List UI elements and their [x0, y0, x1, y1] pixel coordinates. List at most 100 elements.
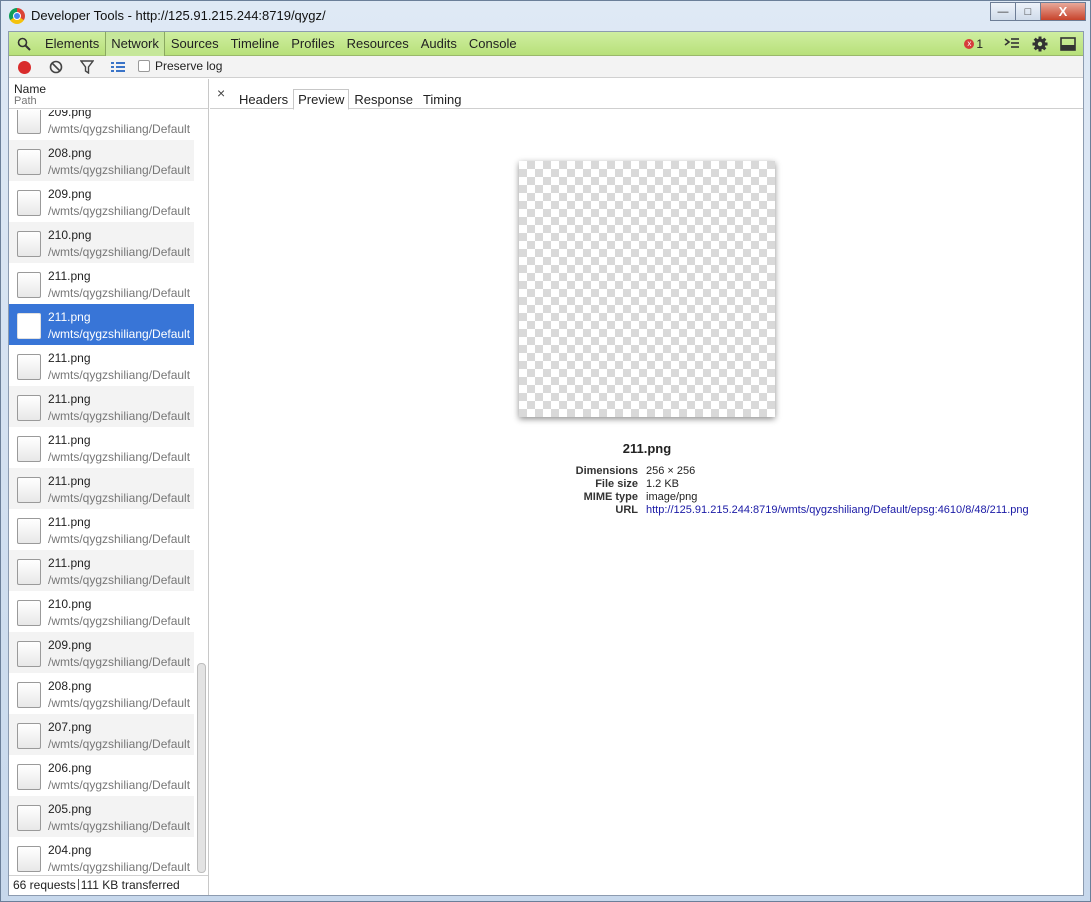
request-row[interactable]: 211.png/wmts/qygzshiliang/Default — [9, 509, 194, 550]
url-link[interactable]: http://125.91.215.244:8719/wmts/qygzshil… — [646, 504, 1029, 517]
record-button[interactable] — [18, 61, 31, 74]
request-name: 211.png — [48, 474, 91, 488]
settings-gear-icon[interactable] — [1031, 35, 1049, 53]
preserve-log-toggle[interactable]: Preserve log — [138, 59, 222, 73]
window-controls: — □ X — [990, 2, 1086, 21]
chrome-logo-icon — [9, 8, 25, 24]
file-image-icon — [17, 149, 41, 175]
request-path: /wmts/qygzshiliang/Default — [48, 655, 191, 669]
status-separator — [77, 879, 79, 890]
preview-filename: 211.png — [622, 441, 672, 456]
request-path: /wmts/qygzshiliang/Default — [48, 696, 191, 710]
request-path: /wmts/qygzshiliang/Default — [48, 122, 191, 136]
maximize-button[interactable]: □ — [1015, 2, 1041, 21]
detail-tab-preview[interactable]: Preview — [293, 89, 350, 110]
file-image-icon — [17, 600, 41, 626]
file-image-icon — [17, 846, 41, 872]
tab-audits[interactable]: Audits — [415, 32, 463, 56]
request-row[interactable]: 208.png/wmts/qygzshiliang/Default — [9, 140, 194, 181]
detail-tab-response[interactable]: Response — [349, 89, 418, 110]
tab-elements[interactable]: Elements — [39, 32, 105, 56]
search-icon[interactable] — [17, 37, 31, 51]
request-path: /wmts/qygzshiliang/Default — [48, 409, 191, 423]
request-row[interactable]: 211.png/wmts/qygzshiliang/Default — [9, 304, 194, 345]
tab-sources[interactable]: Sources — [165, 32, 225, 56]
request-row[interactable]: 207.png/wmts/qygzshiliang/Default — [9, 714, 194, 755]
network-toolbar: Preserve log — [9, 56, 1083, 78]
tab-timeline[interactable]: Timeline — [225, 32, 286, 56]
scrollbar-thumb[interactable] — [197, 663, 206, 873]
request-list-scrollbar[interactable] — [196, 110, 207, 875]
clear-icon[interactable] — [49, 60, 63, 74]
close-button[interactable]: X — [1040, 2, 1086, 21]
request-row[interactable]: 209.png/wmts/qygzshiliang/Default — [9, 110, 194, 140]
filter-icon[interactable] — [80, 60, 94, 74]
file-image-icon — [17, 354, 41, 380]
preserve-log-checkbox[interactable] — [138, 60, 150, 72]
list-view-icon[interactable] — [110, 60, 126, 74]
request-row[interactable]: 206.png/wmts/qygzshiliang/Default — [9, 755, 194, 796]
request-list: 209.png/wmts/qygzshiliang/Default 208.png… — [9, 110, 194, 875]
meta-dimensions: Dimensions 256 × 256 — [550, 465, 1029, 478]
tab-resources[interactable]: Resources — [341, 32, 415, 56]
request-row[interactable]: 210.png/wmts/qygzshiliang/Default — [9, 222, 194, 263]
tab-network[interactable]: Network — [105, 32, 165, 56]
file-image-icon — [17, 723, 41, 749]
request-row[interactable]: 210.png/wmts/qygzshiliang/Default — [9, 591, 194, 632]
file-image-icon — [17, 641, 41, 667]
minimize-button[interactable]: — — [990, 2, 1016, 21]
file-image-icon — [17, 231, 41, 257]
request-name: 211.png — [48, 392, 91, 406]
request-row[interactable]: 211.png/wmts/qygzshiliang/Default — [9, 468, 194, 509]
detail-tab-timing[interactable]: Timing — [418, 89, 467, 110]
request-name: 208.png — [48, 679, 92, 693]
request-name: 206.png — [48, 761, 92, 775]
file-image-icon — [17, 313, 41, 339]
request-row[interactable]: 204.png/wmts/qygzshiliang/Default — [9, 837, 194, 875]
file-image-icon — [17, 559, 41, 585]
meta-mime: MIME type image/png — [550, 491, 1029, 504]
request-row[interactable]: 211.png/wmts/qygzshiliang/Default — [9, 263, 194, 304]
request-path: /wmts/qygzshiliang/Default — [48, 368, 191, 382]
meta-key: URL — [615, 504, 638, 516]
tab-console[interactable]: Console — [463, 32, 523, 56]
request-name: 210.png — [48, 597, 92, 611]
request-row[interactable]: 205.png/wmts/qygzshiliang/Default — [9, 796, 194, 837]
file-image-icon — [17, 518, 41, 544]
image-metadata: Dimensions 256 × 256 File size 1.2 KB MI… — [550, 465, 1029, 517]
request-row[interactable]: 209.png/wmts/qygzshiliang/Default — [9, 181, 194, 222]
dock-icon[interactable] — [1059, 35, 1077, 53]
file-image-icon — [17, 395, 41, 421]
error-count: 1 — [976, 37, 983, 51]
request-name: 207.png — [48, 720, 92, 734]
request-row[interactable]: 211.png/wmts/qygzshiliang/Default — [9, 345, 194, 386]
request-path: /wmts/qygzshiliang/Default — [48, 491, 191, 505]
meta-value: image/png — [646, 491, 698, 503]
request-name: 209.png — [48, 638, 92, 652]
file-image-icon — [17, 805, 41, 831]
request-name: 204.png — [48, 843, 92, 857]
tab-profiles[interactable]: Profiles — [285, 32, 340, 56]
request-path: /wmts/qygzshiliang/Default — [48, 286, 191, 300]
column-header[interactable]: Name Path — [9, 79, 208, 109]
request-row[interactable]: 211.png/wmts/qygzshiliang/Default — [9, 550, 194, 591]
request-row[interactable]: 211.png/wmts/qygzshiliang/Default — [9, 427, 194, 468]
request-path: /wmts/qygzshiliang/Default — [48, 532, 191, 546]
close-detail-icon[interactable]: × — [217, 85, 225, 101]
file-image-icon — [17, 477, 41, 503]
console-drawer-icon[interactable] — [1003, 35, 1021, 53]
request-detail-pane: × Headers Preview Response Timing 211.png D… — [210, 79, 1083, 895]
detail-tab-bar: × Headers Preview Response Timing — [210, 79, 1083, 110]
detail-tabs: Headers Preview Response Timing — [234, 89, 466, 110]
request-row[interactable]: 211.png/wmts/qygzshiliang/Default — [9, 386, 194, 427]
file-image-icon — [17, 436, 41, 462]
request-name: 211.png — [48, 433, 91, 447]
error-badge[interactable]: x 1 — [964, 37, 983, 51]
detail-tab-headers[interactable]: Headers — [234, 89, 293, 110]
request-row[interactable]: 208.png/wmts/qygzshiliang/Default — [9, 673, 194, 714]
request-name: 209.png — [48, 187, 92, 201]
request-path: /wmts/qygzshiliang/Default — [48, 860, 191, 874]
request-name: 211.png — [48, 310, 91, 324]
request-path: /wmts/qygzshiliang/Default — [48, 737, 191, 751]
request-row[interactable]: 209.png/wmts/qygzshiliang/Default — [9, 632, 194, 673]
